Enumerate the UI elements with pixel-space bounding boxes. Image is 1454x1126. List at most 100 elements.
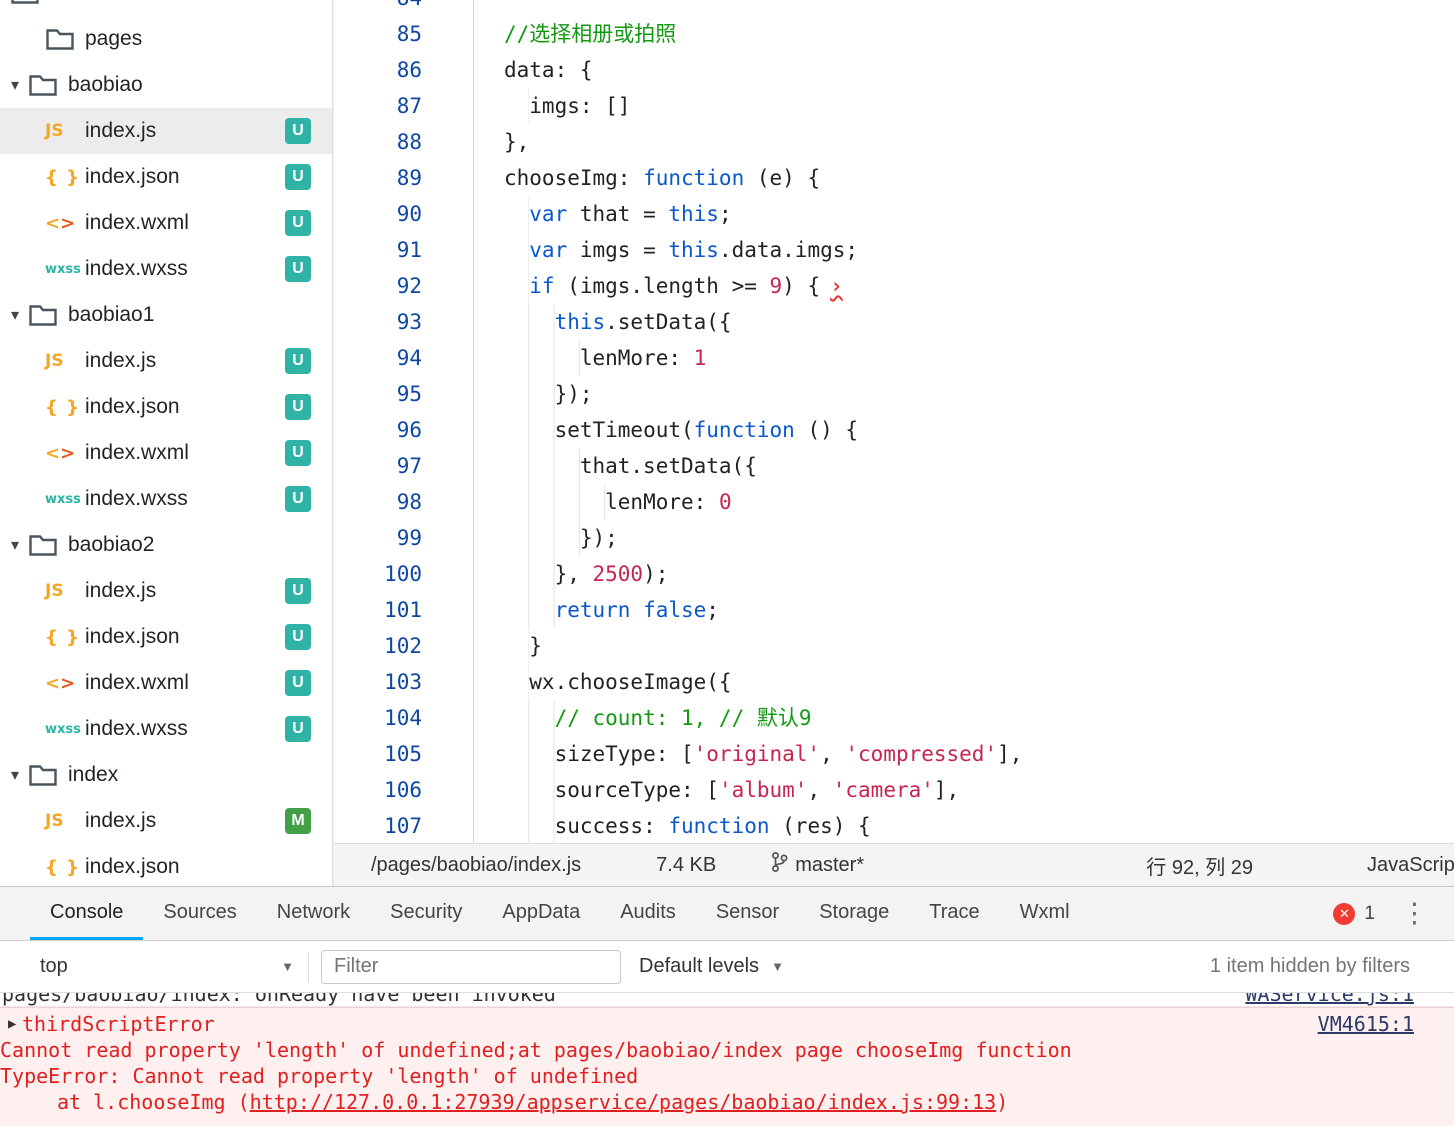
line-number: 89	[396, 166, 422, 190]
code-line-98[interactable]: 98 lenMore: 0	[334, 484, 1454, 520]
code-line-94[interactable]: 94 lenMore: 1	[334, 340, 1454, 376]
code-line-95[interactable]: 95});	[334, 376, 1454, 412]
tree-file-index.wxml[interactable]: <> index.wxml U	[0, 430, 332, 476]
tab-console[interactable]: Console	[30, 887, 144, 940]
tree-file-index.json[interactable]: { } index.json U	[0, 384, 332, 430]
line-number: 94	[396, 346, 422, 370]
wxss-icon: wxss	[45, 261, 81, 277]
tab-security[interactable]: Security	[370, 887, 482, 940]
git-status-badge: U	[285, 210, 311, 236]
code-line-107[interactable]: 107 success: function (res) {	[334, 808, 1454, 843]
expand-arrow-icon[interactable]: ▾	[2, 765, 28, 785]
tree-file-index.js[interactable]: JS index.js U	[0, 108, 332, 154]
console-filter-input[interactable]	[321, 949, 621, 984]
code-line-99[interactable]: 99});	[334, 520, 1454, 556]
code-line-105[interactable]: 105 sizeType: ['original', 'compressed'],	[334, 736, 1454, 772]
code-line-89[interactable]: 89 chooseImg: function (e) {	[334, 160, 1454, 196]
error-message: Cannot read property 'length' of undefin…	[0, 1038, 1072, 1062]
tab-appdata[interactable]: AppData	[482, 887, 600, 940]
code-line-97[interactable]: 97 that.setData({	[334, 448, 1454, 484]
tree-folder-baobiao2[interactable]: ▾ baobiao2	[0, 522, 332, 568]
language-mode[interactable]: JavaScript	[1367, 854, 1454, 877]
tab-sensor[interactable]: Sensor	[696, 887, 799, 940]
tab-network[interactable]: Network	[257, 887, 370, 940]
wxml-icon: <>	[45, 672, 76, 694]
wxml-icon: <>	[45, 442, 76, 464]
code-line-84[interactable]: 84	[334, 0, 1454, 16]
tab-wxml[interactable]: Wxml	[1000, 887, 1090, 940]
json-icon: { }	[45, 396, 80, 418]
tree-file-index.json[interactable]: { } index.json U	[0, 614, 332, 660]
tree-file-index.wxss[interactable]: wxss index.wxss U	[0, 706, 332, 752]
error-counter[interactable]: ✕ 1	[1333, 902, 1375, 925]
code-text: setTimeout(function () {	[473, 412, 858, 448]
tree-folder-pages[interactable]: pages	[0, 16, 332, 62]
tree-folder-index[interactable]: ▾ index	[0, 752, 332, 798]
tree-file-index.json[interactable]: { } index.json	[0, 844, 332, 886]
tree-file-index.js[interactable]: JS index.js M	[0, 798, 332, 844]
code-line-86[interactable]: 86 data: {	[334, 52, 1454, 88]
tab-audits[interactable]: Audits	[600, 887, 696, 940]
context-selector[interactable]: top ▼	[40, 955, 308, 978]
folder-icon	[45, 27, 85, 52]
git-status-badge: U	[285, 670, 311, 696]
tree-folder-clipped[interactable]	[0, 0, 332, 16]
tree-file-index.wxss[interactable]: wxss index.wxss U	[0, 476, 332, 522]
file-label: index.json	[85, 165, 180, 188]
expand-arrow-icon[interactable]: ▾	[2, 535, 28, 555]
gutter-divider	[473, 0, 474, 843]
code-line-92[interactable]: 92 if (imgs.length >= 9) {›	[334, 268, 1454, 304]
code-line-103[interactable]: 103 wx.chooseImage({	[334, 664, 1454, 700]
tab-storage[interactable]: Storage	[799, 887, 909, 940]
code-line-90[interactable]: 90 var that = this;	[334, 196, 1454, 232]
tab-trace[interactable]: Trace	[909, 887, 999, 940]
chevron-down-icon: ▼	[281, 959, 294, 974]
code-line-87[interactable]: 87 imgs: []	[334, 88, 1454, 124]
error-source-link[interactable]: VM4615:1	[1318, 1011, 1414, 1037]
tab-sources[interactable]: Sources	[143, 887, 256, 940]
code-line-93[interactable]: 93 this.setData({	[334, 304, 1454, 340]
tree-file-index.wxss[interactable]: wxss index.wxss U	[0, 246, 332, 292]
code-line-106[interactable]: 106 sourceType: ['album', 'camera'],	[334, 772, 1454, 808]
code-text: that.setData({	[473, 448, 757, 484]
line-number: 93	[396, 310, 422, 334]
tree-folder-baobiao1[interactable]: ▾ baobiao1	[0, 292, 332, 338]
tree-file-index.wxml[interactable]: <> index.wxml U	[0, 200, 332, 246]
code-line-101[interactable]: 101 return false;	[334, 592, 1454, 628]
expand-triangle-icon[interactable]: ▶	[0, 1011, 22, 1037]
line-number: 106	[384, 778, 422, 802]
more-options-icon[interactable]: ⋮	[1401, 900, 1428, 927]
error-header-row[interactable]: ▶ thirdScriptError VM4615:1	[0, 1011, 1454, 1037]
git-status-badge: U	[285, 486, 311, 512]
tree-folder-baobiao[interactable]: ▾ baobiao	[0, 62, 332, 108]
tree-file-index.js[interactable]: JS index.js U	[0, 568, 332, 614]
expand-arrow-icon[interactable]: ▾	[2, 75, 28, 95]
log-levels-selector[interactable]: Default levels ▼	[639, 955, 784, 978]
code-line-88[interactable]: 88},	[334, 124, 1454, 160]
expand-arrow-icon[interactable]: ▾	[2, 305, 28, 325]
tree-file-index.json[interactable]: { } index.json U	[0, 154, 332, 200]
code-line-102[interactable]: 102}	[334, 628, 1454, 664]
tree-file-index.js[interactable]: JS index.js U	[0, 338, 332, 384]
git-branch[interactable]: master*	[771, 851, 864, 879]
code-view[interactable]: 8485//选择相册或拍照86data: {87imgs: []88},89ch…	[334, 0, 1454, 843]
code-line-104[interactable]: 104 // count: 1, // 默认9	[334, 700, 1454, 736]
log-source-link[interactable]: WAService.js:1	[1245, 993, 1414, 1006]
code-text: var imgs = this.data.imgs;	[473, 232, 858, 268]
hidden-items-note: 1 item hidden by filters	[1209, 955, 1410, 977]
code-line-91[interactable]: 91 var imgs = this.data.imgs;	[334, 232, 1454, 268]
stack-file-link[interactable]: http://127.0.0.1:27939/appservice/pages/…	[250, 1089, 997, 1115]
code-line-96[interactable]: 96 setTimeout(function () {	[334, 412, 1454, 448]
code-text: lenMore: 0	[473, 484, 732, 520]
line-number: 88	[396, 130, 422, 154]
tree-file-index.wxml[interactable]: <> index.wxml U	[0, 660, 332, 706]
file-tree: pages ▾ baobiao JS index.js U{ } index.json U <>…	[0, 0, 332, 886]
code-line-85[interactable]: 85 //选择相册或拍照	[334, 16, 1454, 52]
git-status-badge: U	[285, 624, 311, 650]
code-text: sizeType: ['original', 'compressed'],	[473, 736, 1022, 772]
error-message-row: Cannot read property 'length' of undefin…	[0, 1037, 1454, 1063]
code-text: imgs: []	[473, 88, 630, 124]
console-log-row[interactable]: pages/baobiao/index: onReady have been i…	[0, 993, 1454, 1007]
line-number: 96	[396, 418, 422, 442]
code-line-100[interactable]: 100}, 2500);	[334, 556, 1454, 592]
